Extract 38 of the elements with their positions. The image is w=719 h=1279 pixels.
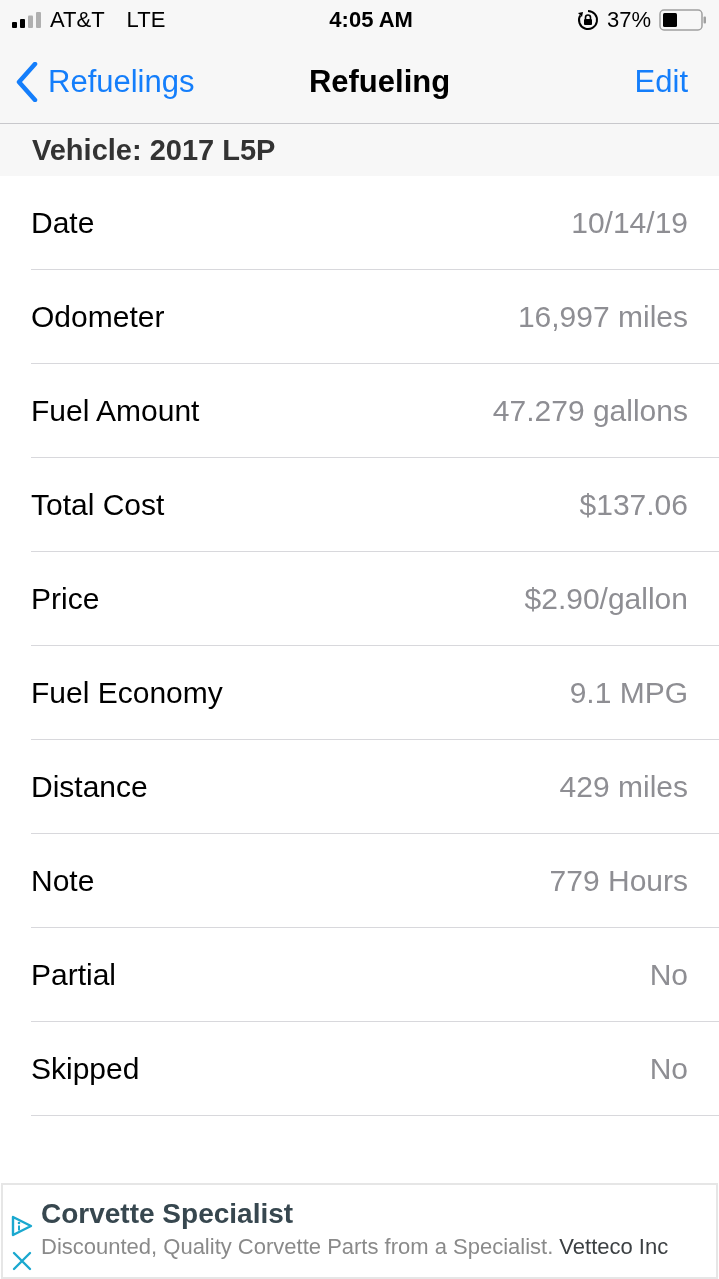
close-icon[interactable] <box>12 1251 32 1271</box>
row-label: Skipped <box>31 1053 140 1084</box>
row-value: 429 miles <box>559 771 688 802</box>
rotation-lock-icon <box>576 9 599 31</box>
chevron-left-icon <box>16 61 38 102</box>
ad-title: Corvette Specialist <box>41 1200 295 1228</box>
row-label: Distance <box>31 771 148 802</box>
row-value: 47.279 gallons <box>492 395 688 426</box>
row-value: No <box>649 959 688 990</box>
row-value: No <box>649 1053 688 1084</box>
row-label: Partial <box>31 959 117 990</box>
row-value: 779 Hours <box>549 865 688 896</box>
section-header-text: Vehicle: 2017 L5P <box>32 135 276 165</box>
row-label: Odometer <box>31 301 165 332</box>
back-button[interactable]: Refuelings <box>16 61 195 102</box>
row-value: $2.90/gallon <box>524 583 688 614</box>
ad-description: Discounted, Quality Corvette Parts from a Specialist. <box>41 1236 554 1258</box>
row-label: Note <box>31 865 95 896</box>
row-label: Date <box>31 207 95 238</box>
row-label: Total Cost <box>31 489 165 520</box>
edit-button[interactable]: Edit <box>634 66 688 97</box>
ad-advertiser: Vetteco Inc <box>559 1236 669 1258</box>
row-label: Fuel Amount <box>31 395 200 426</box>
network-type: LTE <box>126 9 166 31</box>
battery-icon <box>659 9 707 31</box>
row-label: Price <box>31 583 100 614</box>
carrier-name: AT&T <box>50 9 105 31</box>
status-time: 4:05 AM <box>329 9 413 31</box>
row-value: 10/14/19 <box>571 207 688 238</box>
navigation-title: Refueling <box>308 66 451 97</box>
ad-info-icon[interactable] <box>11 1215 33 1237</box>
battery-percent: 37% <box>606 9 651 31</box>
signal-icon <box>12 12 44 28</box>
row-value: 9.1 MPG <box>569 677 688 708</box>
ad-banner[interactable]: Corvette Specialist Discounted, Quality Corvette Parts from a Specialist. Vetteco Inc <box>1 1183 718 1279</box>
row-value: 16,997 miles <box>517 301 688 332</box>
row-value: $137.06 <box>579 489 688 520</box>
row-label: Fuel Economy <box>31 677 223 708</box>
